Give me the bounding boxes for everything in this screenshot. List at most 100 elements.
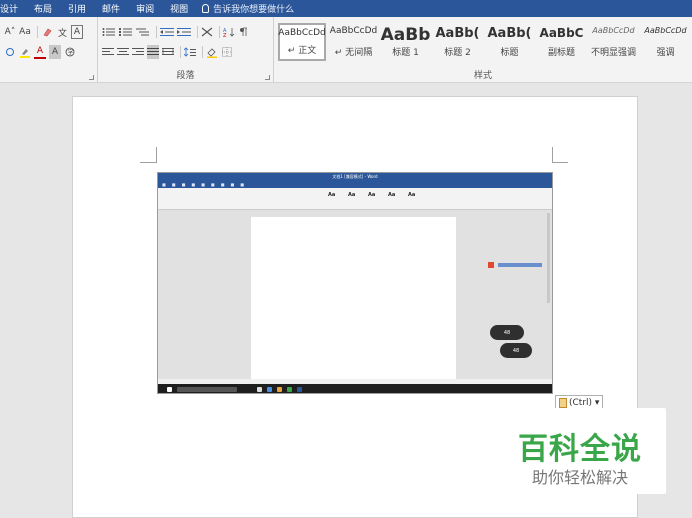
svg-text:Z: Z bbox=[223, 33, 227, 37]
tab-review[interactable]: 审阅 bbox=[136, 2, 154, 15]
embedded-speed-widget: 48 bbox=[500, 343, 532, 358]
clipboard-icon bbox=[559, 398, 567, 408]
style-name: ↵ 正文 bbox=[287, 46, 317, 56]
embedded-style-sample: Aa bbox=[408, 192, 416, 198]
paragraph-row-1: AZ bbox=[102, 23, 253, 41]
crop-mark bbox=[552, 147, 553, 163]
style-normal[interactable]: AaBbCcDd ↵ 正文 bbox=[278, 23, 326, 61]
decrease-indent-icon[interactable] bbox=[160, 25, 174, 39]
style-sample: AaBbCcDd bbox=[592, 26, 635, 35]
style-emphasis[interactable]: AaBbCcDd 强调 bbox=[641, 23, 690, 61]
sort-icon[interactable]: AZ bbox=[223, 25, 235, 39]
align-left-icon[interactable] bbox=[102, 45, 114, 59]
clear-formatting-icon[interactable] bbox=[41, 25, 53, 39]
tab-view[interactable]: 视图 bbox=[170, 2, 188, 15]
text-effects-icon[interactable] bbox=[4, 45, 16, 59]
numbering-icon[interactable] bbox=[119, 25, 133, 39]
increase-indent-icon[interactable] bbox=[177, 25, 191, 39]
embedded-taskbar-icon bbox=[287, 387, 292, 392]
tell-me-text: 告诉我你想要做什么 bbox=[213, 5, 295, 15]
embedded-window-title: 文档1 [兼容模式] - Word bbox=[332, 174, 378, 179]
divider bbox=[219, 26, 220, 38]
embedded-search-box bbox=[177, 387, 237, 392]
change-case-button[interactable]: Aa bbox=[19, 25, 31, 39]
style-heading-1[interactable]: AaBb 标题 1 bbox=[380, 23, 431, 61]
character-border-button[interactable]: A bbox=[71, 25, 83, 39]
embedded-style-sample: Aa bbox=[348, 192, 356, 198]
paragraph-group-label: 段落 bbox=[176, 71, 195, 81]
style-sample: AaBb( bbox=[487, 26, 532, 41]
align-right-icon[interactable] bbox=[132, 45, 144, 59]
chinese-layout-icon[interactable] bbox=[201, 25, 213, 39]
font-color-button[interactable]: A bbox=[34, 45, 46, 59]
style-name: 不明显强调 bbox=[590, 48, 636, 58]
bullets-icon[interactable] bbox=[102, 25, 116, 39]
styles-gallery: AaBbCcDd ↵ 正文 AaBbCcDd ↵ 无间隔 AaBb 标题 1 A… bbox=[278, 23, 692, 61]
paragraph-row-2 bbox=[102, 43, 236, 61]
style-subtitle[interactable]: AaBbC 副标题 bbox=[537, 23, 586, 61]
style-title[interactable]: AaBb( 标题 bbox=[485, 23, 534, 61]
embedded-document-page bbox=[251, 217, 456, 381]
style-no-spacing[interactable]: AaBbCcDd ↵ 无间隔 bbox=[329, 23, 378, 61]
tell-me-box[interactable]: 告诉我你想要做什么 bbox=[202, 2, 294, 15]
crop-mark bbox=[140, 162, 156, 163]
style-name: ↵ 无间隔 bbox=[334, 48, 373, 58]
paragraph-dialog-launcher[interactable] bbox=[265, 75, 270, 80]
embedded-taskbar bbox=[158, 384, 552, 393]
align-center-icon[interactable] bbox=[117, 45, 129, 59]
svg-text:字: 字 bbox=[68, 49, 74, 57]
embedded-style-sample: Aa bbox=[328, 192, 336, 198]
character-shading-button[interactable]: A bbox=[49, 45, 61, 59]
tab-references[interactable]: 引用 bbox=[68, 2, 86, 15]
ribbon-tab-bar: 设计 布局 引用 邮件 审阅 视图 告诉我你想要做什么 bbox=[0, 0, 692, 17]
lightbulb-icon bbox=[202, 4, 210, 13]
embedded-title-bar: 文档1 [兼容模式] - Word bbox=[158, 173, 552, 181]
style-sample: AaBbCcDd bbox=[644, 26, 687, 35]
svg-text:文: 文 bbox=[58, 27, 67, 37]
embedded-taskbar-icon bbox=[277, 387, 282, 392]
borders-icon[interactable] bbox=[221, 45, 233, 59]
highlight-color-icon[interactable] bbox=[19, 45, 31, 59]
watermark-box: 百科全说 助你轻松解决 bbox=[494, 408, 666, 494]
watermark-title: 百科全说 bbox=[518, 432, 642, 467]
font-group: A˄ Aa 文 A A A 字 bbox=[0, 17, 98, 83]
font-row-2: A A 字 bbox=[4, 43, 79, 61]
style-name: 标题 bbox=[500, 48, 519, 58]
embedded-style-sample: Aa bbox=[388, 192, 396, 198]
line-spacing-icon[interactable] bbox=[184, 45, 196, 59]
crop-mark bbox=[156, 147, 157, 163]
font-row-1: A˄ Aa 文 A bbox=[4, 23, 86, 41]
style-sample: AaBbCcDd bbox=[329, 26, 378, 36]
style-heading-2[interactable]: AaBb( 标题 2 bbox=[433, 23, 482, 61]
divider bbox=[180, 46, 181, 58]
distributed-icon[interactable] bbox=[162, 45, 174, 59]
style-sample: AaBbCcDd bbox=[278, 28, 326, 38]
enclose-characters-icon[interactable]: 字 bbox=[64, 45, 76, 59]
justify-icon[interactable] bbox=[147, 45, 159, 59]
embedded-toolbar-strip bbox=[488, 262, 542, 268]
grow-font-button[interactable]: A˄ bbox=[4, 25, 16, 39]
divider bbox=[37, 26, 38, 38]
style-sample: AaBb bbox=[380, 25, 431, 45]
embedded-speed-widget: 48 bbox=[490, 325, 524, 340]
divider bbox=[197, 26, 198, 38]
style-subtle-emphasis[interactable]: AaBbCcDd 不明显强调 bbox=[589, 23, 638, 61]
embedded-taskbar-icon bbox=[297, 387, 302, 392]
style-name: 标题 2 bbox=[444, 48, 471, 58]
font-dialog-launcher[interactable] bbox=[89, 75, 94, 80]
paragraph-group: AZ 段落 bbox=[98, 17, 274, 83]
style-sample: AaBb( bbox=[435, 26, 480, 41]
tab-layout[interactable]: 布局 bbox=[34, 2, 52, 15]
embedded-ribbon: Aa Aa Aa Aa Aa bbox=[158, 188, 552, 210]
shading-icon[interactable] bbox=[206, 45, 218, 59]
show-formatting-marks-icon[interactable] bbox=[238, 25, 250, 39]
pasted-screenshot-image[interactable]: 文档1 [兼容模式] - Word ■ ■ ■ ■ ■ ■ ■ ■ ■ Aa Aa Aa Aa … bbox=[157, 172, 553, 394]
tab-mailings[interactable]: 邮件 bbox=[102, 2, 120, 15]
divider bbox=[202, 46, 203, 58]
tab-design[interactable]: 设计 bbox=[0, 2, 18, 15]
multilevel-list-icon[interactable] bbox=[136, 25, 150, 39]
phonetic-guide-icon[interactable]: 文 bbox=[56, 25, 68, 39]
paste-options-label: (Ctrl) ▾ bbox=[569, 398, 600, 408]
styles-group: AaBbCcDd ↵ 正文 AaBbCcDd ↵ 无间隔 AaBb 标题 1 A… bbox=[274, 17, 692, 83]
style-name: 副标题 bbox=[547, 48, 575, 58]
